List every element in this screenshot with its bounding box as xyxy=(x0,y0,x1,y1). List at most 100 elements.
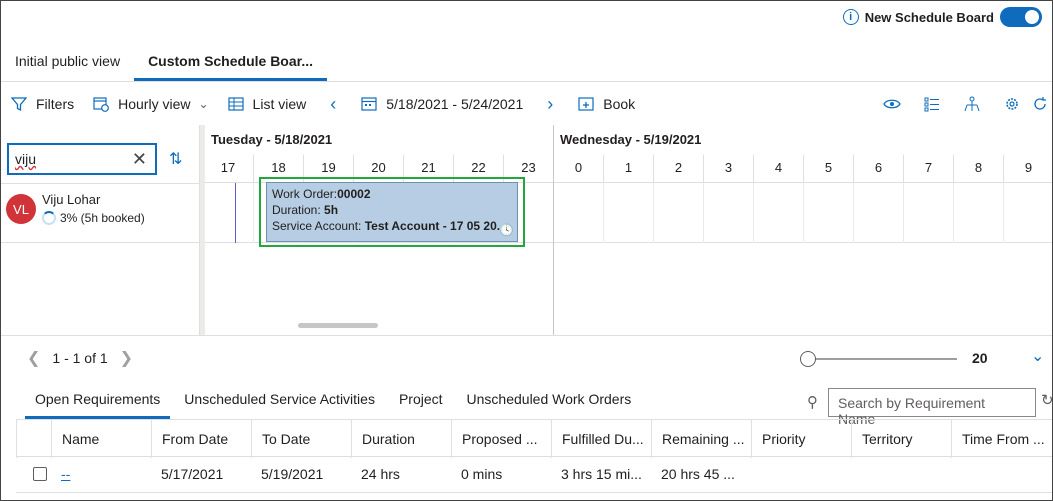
tab-initial-public-view[interactable]: Initial public view xyxy=(1,43,134,81)
hour-label: 7 xyxy=(903,155,953,183)
hourly-view-label: Hourly view xyxy=(118,96,191,112)
hour-label: 6 xyxy=(853,155,903,183)
horizontal-scrollbar[interactable] xyxy=(298,323,378,328)
grid-list-icon xyxy=(227,95,245,113)
hour-label: 3 xyxy=(703,155,753,183)
day-divider xyxy=(553,125,554,335)
cell-territory xyxy=(851,457,951,493)
book-label: Book xyxy=(603,96,636,112)
column-header-time-from[interactable]: Time From ... xyxy=(951,420,1052,458)
column-header-fulfilled[interactable]: Fulfilled Du... xyxy=(551,420,651,458)
hour-gridline xyxy=(953,183,954,243)
clock-icon: 🕓 xyxy=(499,223,514,237)
cell-from-date: 5/17/2021 xyxy=(161,466,224,482)
tab-project[interactable]: Project xyxy=(389,379,453,419)
divider xyxy=(1,81,1052,82)
tab-unscheduled-work-orders[interactable]: Unscheduled Work Orders xyxy=(457,379,642,419)
chevron-left-icon: ‹ xyxy=(330,93,337,114)
avatar: VL xyxy=(6,194,36,224)
chevron-down-icon: ⌄ xyxy=(198,97,209,111)
hour-label: 1 xyxy=(603,155,653,183)
hour-label: 8 xyxy=(953,155,1003,183)
pager-bar: ❮ 1 - 1 of 1 ❯ 20 ⌄ xyxy=(1,335,1052,377)
chevron-right-icon: › xyxy=(547,93,554,114)
search-icon[interactable]: ⚲ xyxy=(807,393,818,411)
tab-unscheduled-service-activities[interactable]: Unscheduled Service Activities xyxy=(174,379,385,419)
grid-header: Name From Date To Date Duration Proposed… xyxy=(16,419,1052,458)
date-range-picker[interactable]: 5/18/2021 - 5/24/2021 xyxy=(351,89,532,119)
column-header-proposed[interactable]: Proposed ... xyxy=(451,420,551,458)
refresh-icon[interactable] xyxy=(1032,95,1052,113)
schedule-board: i New Schedule Board Initial public view… xyxy=(0,0,1053,501)
column-header-duration[interactable]: Duration xyxy=(351,420,451,458)
column-header-territory[interactable]: Territory xyxy=(851,420,951,458)
tab-custom-schedule-board[interactable]: Custom Schedule Boar... xyxy=(134,43,327,81)
filter-icon xyxy=(10,95,28,113)
bullet-list-icon[interactable] xyxy=(912,95,952,113)
hour-label: 2 xyxy=(653,155,703,183)
cell-duration: 24 hrs xyxy=(361,466,400,482)
resource-name: Viju Lohar xyxy=(42,192,101,207)
calendar-clock-icon xyxy=(92,95,110,113)
hour-gridline xyxy=(903,183,904,243)
zoom-slider-track[interactable] xyxy=(807,358,957,360)
chevron-right-icon[interactable]: ❯ xyxy=(120,348,133,368)
hour-label: 4 xyxy=(753,155,803,183)
resource-panel: viju ✕ ⇅ VL Viju Lohar 3% (5h booked) xyxy=(1,125,200,335)
hour-gridline xyxy=(253,183,254,243)
new-schedule-board-label: New Schedule Board xyxy=(864,9,994,25)
requirement-search-input[interactable]: Search by Requirement Name xyxy=(828,388,1036,427)
calendar-icon xyxy=(360,95,378,113)
cell-fulfilled: 3 hrs 15 mi... xyxy=(561,466,642,482)
chevron-left-icon[interactable]: ❮ xyxy=(27,348,40,368)
cell-time-from xyxy=(951,457,1052,493)
requirements-grid: Name From Date To Date Duration Proposed… xyxy=(16,419,1052,493)
hour-gridline xyxy=(1003,183,1004,243)
cell-priority xyxy=(751,457,851,493)
hourly-view-dropdown[interactable]: Hourly view ⌄ xyxy=(83,89,217,119)
chevron-down-icon[interactable]: ⌄ xyxy=(1031,346,1044,366)
board-tabs: Initial public view Custom Schedule Boar… xyxy=(1,43,327,81)
zoom-slider-handle[interactable] xyxy=(800,351,816,367)
resource-row[interactable]: VL Viju Lohar 3% (5h booked) xyxy=(1,183,200,243)
cell-name[interactable]: -- xyxy=(51,457,151,493)
person-tree-icon[interactable] xyxy=(952,95,992,113)
filters-button[interactable]: Filters xyxy=(1,89,83,119)
column-header-to-date[interactable]: To Date xyxy=(251,420,351,458)
hour-gridline xyxy=(653,183,654,243)
booking-card[interactable]: Work Order:00002 Duration: 5h Service Ac… xyxy=(266,182,518,242)
eye-icon[interactable] xyxy=(872,95,912,113)
column-header-remaining[interactable]: Remaining ... xyxy=(651,420,751,458)
toolbar-right-actions xyxy=(872,89,1052,119)
hour-gridline xyxy=(603,183,604,243)
resource-utilization: 3% (5h booked) xyxy=(42,211,145,225)
new-schedule-board-toggle[interactable] xyxy=(1000,7,1042,27)
row-checkbox[interactable] xyxy=(33,467,47,481)
utilization-text: 3% (5h booked) xyxy=(60,211,145,225)
column-header-priority[interactable]: Priority xyxy=(751,420,851,458)
hour-label: 9 xyxy=(1003,155,1052,183)
filters-label: Filters xyxy=(36,96,75,112)
info-icon[interactable]: i xyxy=(842,9,859,25)
close-icon[interactable]: ✕ xyxy=(132,149,147,170)
cell-to-date: 5/19/2021 xyxy=(261,466,324,482)
hour-gridline xyxy=(703,183,704,243)
hour-label: 17 xyxy=(220,160,236,175)
zoom-value: 20 xyxy=(972,350,988,366)
sort-icon[interactable]: ⇅ xyxy=(169,149,182,169)
booking-work-order: Work Order:00002 xyxy=(272,187,371,201)
new-schedule-board-toggle-group: i New Schedule Board xyxy=(842,7,1042,27)
list-view-button[interactable]: List view xyxy=(218,89,316,119)
tab-open-requirements[interactable]: Open Requirements xyxy=(25,379,171,419)
table-row[interactable]: -- 5/17/2021 5/19/2021 24 hrs 0 mins 3 h… xyxy=(16,457,1052,493)
book-button[interactable]: Book xyxy=(568,89,644,119)
gear-icon[interactable] xyxy=(992,95,1032,113)
previous-week-button[interactable]: ‹ xyxy=(315,89,351,119)
next-week-button[interactable]: › xyxy=(532,89,568,119)
column-header-name[interactable]: Name xyxy=(51,420,151,458)
list-view-label: List view xyxy=(252,96,307,112)
resource-search-input[interactable]: viju ✕ xyxy=(7,143,157,175)
hour-gridline xyxy=(753,183,754,243)
refresh-icon[interactable]: ↻ xyxy=(1041,391,1052,409)
column-header-from-date[interactable]: From Date xyxy=(151,420,251,458)
